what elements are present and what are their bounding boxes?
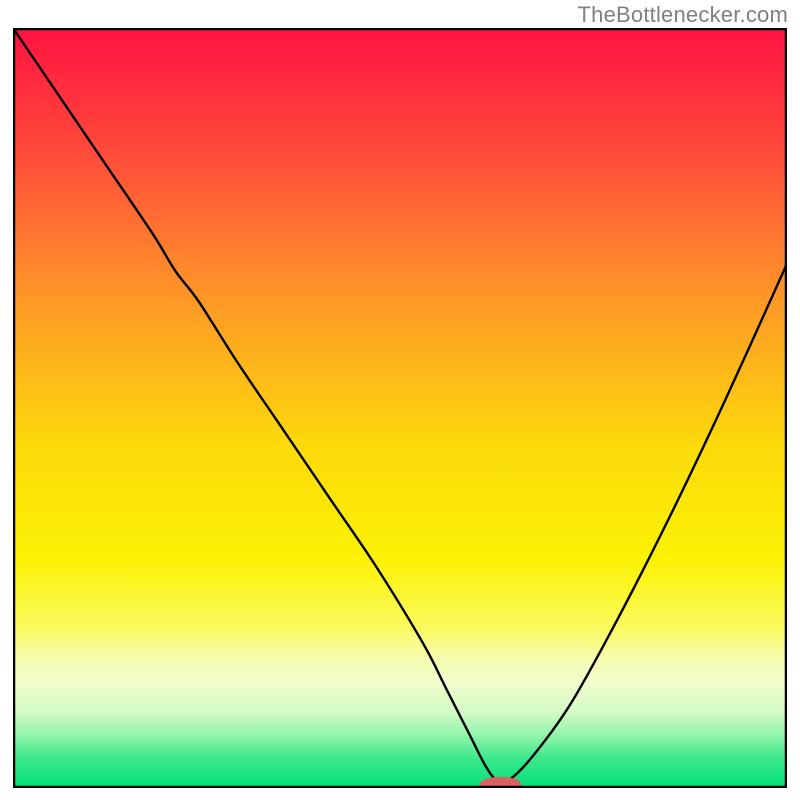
chart-svg — [13, 28, 787, 788]
chart-area — [13, 28, 787, 788]
watermark-text: TheBottlenecker.com — [578, 2, 788, 28]
gradient-background — [13, 28, 787, 788]
